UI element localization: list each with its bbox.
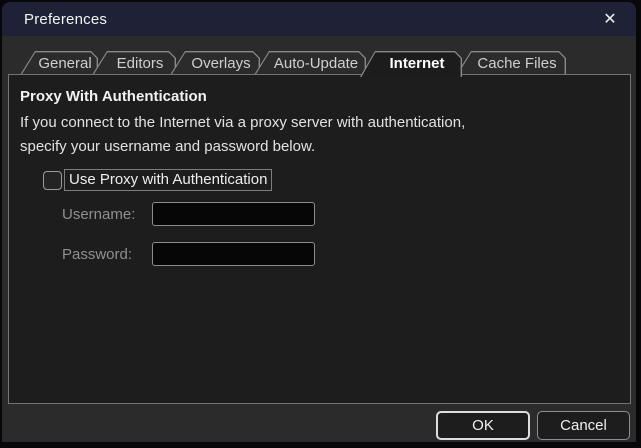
use-proxy-row: Use Proxy with Authentication (43, 169, 273, 191)
ok-button[interactable]: OK (436, 411, 530, 440)
window-title: Preferences (24, 10, 108, 28)
close-icon[interactable]: ✕ (596, 6, 624, 32)
tab-editors[interactable]: Editors (92, 51, 176, 75)
username-label: Username: (62, 205, 136, 223)
preferences-dialog: Preferences ✕ General Editors Overlays A… (0, 0, 641, 448)
description-line-1: If you connect to the Internet via a pro… (20, 114, 466, 131)
tab-label: Auto-Update (273, 54, 359, 72)
section-heading: Proxy With Authentication (20, 88, 207, 105)
section-description: If you connect to the Internet via a pro… (20, 111, 465, 159)
tab-cache-files[interactable]: Cache Files (456, 51, 566, 75)
cancel-button[interactable]: Cancel (537, 411, 630, 440)
description-line-2: specify your username and password below… (20, 138, 316, 155)
tab-overlays[interactable]: Overlays (170, 51, 260, 75)
title-bar: Preferences ✕ (2, 2, 636, 36)
tab-label: Cache Files (477, 54, 557, 72)
password-input[interactable] (152, 242, 315, 266)
use-proxy-label[interactable]: Use Proxy with Authentication (64, 169, 273, 191)
tab-label: Internet (389, 54, 445, 72)
tab-label: General (38, 54, 92, 72)
username-input[interactable] (152, 202, 315, 226)
username-row: Username: (62, 202, 315, 226)
internet-tab-panel: Proxy With Authentication If you connect… (8, 74, 631, 404)
password-row: Password: (62, 242, 315, 266)
password-label: Password: (62, 245, 133, 263)
tab-general[interactable]: General (20, 51, 98, 75)
tab-label: Editors (116, 54, 164, 72)
use-proxy-checkbox[interactable] (43, 170, 62, 190)
tab-internet[interactable]: Internet (360, 51, 462, 75)
tab-label: Overlays (191, 54, 251, 72)
tab-auto-update[interactable]: Auto-Update (254, 51, 366, 75)
